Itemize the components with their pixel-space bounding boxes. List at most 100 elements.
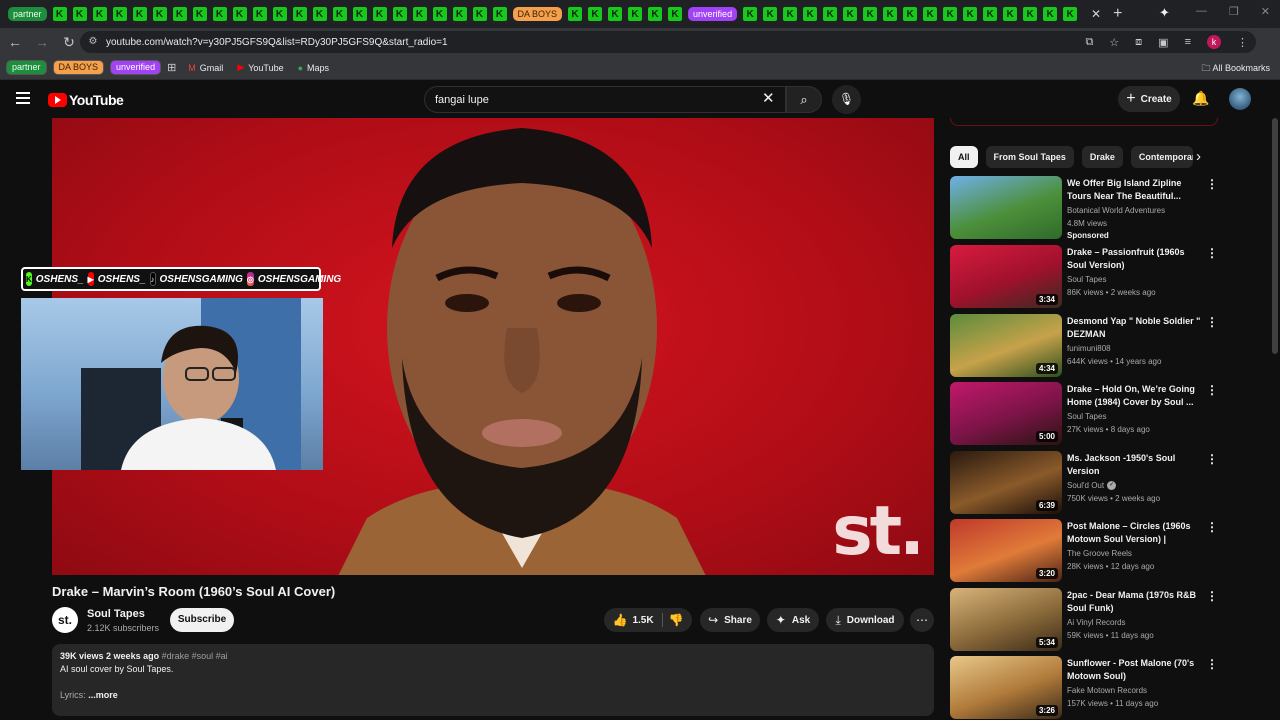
recommended-video-title[interactable]: Ms. Jackson -1950's Soul Version [1067, 452, 1203, 478]
search-input[interactable]: fangai lupe [424, 86, 786, 113]
recommended-video-title[interactable]: Drake – Passionfruit (1960s Soul Version… [1067, 246, 1203, 272]
hashtags[interactable]: #drake #soul #ai [162, 651, 228, 661]
recommended-video[interactable]: 3:34 Drake – Passionfruit (1960s Soul Ver… [950, 245, 1220, 309]
kick-tab-favicon[interactable]: K [1043, 7, 1058, 21]
maximize-icon[interactable]: ❐ [1229, 5, 1239, 18]
tab-group-da-boys[interactable]: DA BOYS [512, 7, 563, 21]
chip-all[interactable]: All [950, 146, 978, 168]
more-vertical-icon[interactable]: ⋮ [1206, 658, 1218, 670]
kick-tab-favicon[interactable]: K [292, 7, 307, 21]
kick-tab-favicon[interactable]: K [1023, 7, 1038, 21]
tab-group-unverified[interactable]: unverified [688, 7, 738, 21]
kick-tab-favicon[interactable]: K [312, 7, 327, 21]
kick-tab-favicon[interactable]: K [648, 7, 663, 21]
media-controls-icon[interactable]: ≡ [1185, 36, 1191, 48]
kick-tab-favicon[interactable]: K [152, 7, 167, 21]
kick-tab-favicon[interactable]: K [843, 7, 858, 21]
more-vertical-icon[interactable]: ⋮ [1206, 590, 1218, 602]
share-button[interactable]: ↪ Share [700, 608, 760, 632]
kick-tab-favicon[interactable]: K [52, 7, 67, 21]
kick-tab-favicon[interactable]: K [763, 7, 778, 21]
bookmark-folder-partner[interactable]: partner [6, 60, 47, 75]
kick-tab-favicon[interactable]: K [628, 7, 643, 21]
chip-from-soul-tapes[interactable]: From Soul Tapes [985, 146, 1074, 168]
kick-tab-favicon[interactable]: K [1063, 7, 1078, 21]
video-thumbnail[interactable]: 3:20 [950, 519, 1062, 582]
apps-grid-icon[interactable]: ⊞ [167, 61, 176, 74]
video-thumbnail[interactable]: 3:26 [950, 656, 1062, 719]
kick-tab-favicon[interactable]: K [823, 7, 838, 21]
recommended-video[interactable]: 3:20 Post Malone – Circles (1960s Motown … [950, 519, 1220, 583]
extensions-icon[interactable]: ⧈ [1135, 36, 1142, 49]
kick-tab-favicon[interactable]: K [432, 7, 447, 21]
like-button[interactable]: 👍 1.5K [612, 613, 663, 627]
youtube-logo[interactable]: YouTube [48, 92, 124, 108]
kick-tab-favicon[interactable]: K [943, 7, 958, 21]
more-vertical-icon[interactable]: ⋮ [1206, 247, 1218, 259]
recommended-video[interactable]: 4:34 Desmond Yap " Noble Soldier " DEZMAN… [950, 314, 1220, 378]
kick-tab-favicon[interactable]: K [352, 7, 367, 21]
bookmark-gmail[interactable]: M Gmail [188, 63, 223, 73]
kick-tab-favicon[interactable]: K [803, 7, 818, 21]
reload-icon[interactable]: ↻ [57, 34, 81, 51]
profile-avatar[interactable]: k [1207, 35, 1221, 49]
recommended-video-title[interactable]: 2pac - Dear Mama (1970s R&B Soul Funk) [1067, 589, 1203, 615]
recommended-channel-name[interactable]: Botanical World Adventures [1067, 206, 1165, 215]
show-more-button[interactable]: ...more [88, 690, 118, 700]
description-box[interactable]: 39K views 2 weeks ago #drake #soul #ai A… [52, 644, 934, 716]
close-tab-icon[interactable]: ✕ [1089, 7, 1103, 21]
kick-tab-favicon[interactable]: K [923, 7, 938, 21]
kick-tab-favicon[interactable]: K [192, 7, 207, 21]
recommended-video-title[interactable]: Sunflower - Post Malone (70's Motown Sou… [1067, 657, 1203, 683]
kick-tab-favicon[interactable]: K [212, 7, 227, 21]
kick-tab-favicon[interactable]: K [668, 7, 683, 21]
clear-search-icon[interactable]: ✕ [762, 91, 775, 106]
more-vertical-icon[interactable]: ⋮ [1206, 521, 1218, 533]
kick-tab-favicon[interactable]: K [132, 7, 147, 21]
bookmark-maps[interactable]: ● Maps [298, 63, 329, 73]
subscribe-button[interactable]: Subscribe [170, 608, 234, 632]
bookmark-folder-da-boys[interactable]: DA BOYS [52, 60, 105, 75]
install-app-icon[interactable]: ⧉ [1085, 36, 1093, 49]
search-button[interactable]: ⌕ [786, 86, 822, 113]
kick-tab-favicon[interactable]: K [252, 7, 267, 21]
recommended-video-title[interactable]: Post Malone – Circles (1960s Motown Soul… [1067, 520, 1203, 546]
chip-contemporary[interactable]: Contemporar [1130, 146, 1193, 168]
download-button[interactable]: ⤓ Download [826, 608, 904, 632]
recommended-video[interactable]: 6:39 Ms. Jackson -1950's Soul Version Soul… [950, 451, 1220, 515]
bookmark-youtube[interactable]: ▶ YouTube [237, 62, 283, 73]
kick-tab-favicon[interactable]: K [412, 7, 427, 21]
chevron-right-icon[interactable]: › [1196, 149, 1201, 164]
ask-button[interactable]: ✦ Ask [767, 608, 819, 632]
all-bookmarks-button[interactable]: 🗀 All Bookmarks [1201, 61, 1270, 77]
video-thumbnail[interactable]: 6:39 [950, 451, 1062, 514]
forward-icon[interactable]: → [30, 34, 54, 50]
bookmark-folder-unverified[interactable]: unverified [110, 60, 162, 75]
recommended-video[interactable]: 5:00 Drake – Hold On, We’re Going Home (1… [950, 382, 1220, 446]
more-vertical-icon[interactable]: ⋮ [1206, 384, 1218, 396]
recommended-video[interactable]: 3:26 Sunflower - Post Malone (70's Motown… [950, 656, 1220, 720]
kick-tab-favicon[interactable]: K [883, 7, 898, 21]
page-scrollbar[interactable] [1272, 118, 1278, 354]
more-vertical-icon[interactable]: ⋮ [1206, 453, 1218, 465]
more-actions-button[interactable]: ⋯ [910, 608, 934, 632]
kick-tab-favicon[interactable]: K [983, 7, 998, 21]
url-text[interactable]: youtube.com/watch?v=y30PJ5GFS9Q&list=RDy… [106, 37, 448, 48]
recommended-channel-name[interactable]: Soul Tapes [1067, 275, 1106, 284]
voice-search-icon[interactable]: 🎙 [832, 85, 861, 114]
kick-tab-favicon[interactable]: K [472, 7, 487, 21]
close-window-icon[interactable]: ✕ [1261, 5, 1270, 18]
split-view-icon[interactable]: ▣ [1158, 36, 1168, 49]
kick-tab-favicon[interactable]: K [608, 7, 623, 21]
recommended-channel-name[interactable]: Fake Motown Records [1067, 686, 1147, 695]
more-vertical-icon[interactable]: ⋮ [1206, 316, 1218, 328]
video-thumbnail[interactable]: 5:34 [950, 588, 1062, 651]
recommended-video-title[interactable]: We Offer Big Island Zipline Tours Near T… [1067, 177, 1203, 203]
video-thumbnail[interactable]: 5:00 [950, 382, 1062, 445]
kick-tab-favicon[interactable]: K [452, 7, 467, 21]
tab-group-partner[interactable]: partner [8, 7, 47, 21]
recommended-channel-name[interactable]: funimuni808 [1067, 344, 1111, 353]
omnibox[interactable]: ⚙ youtube.com/watch?v=y30PJ5GFS9Q&list=R… [80, 31, 1256, 53]
back-icon[interactable]: ← [3, 34, 27, 50]
video-thumbnail[interactable] [950, 176, 1062, 239]
